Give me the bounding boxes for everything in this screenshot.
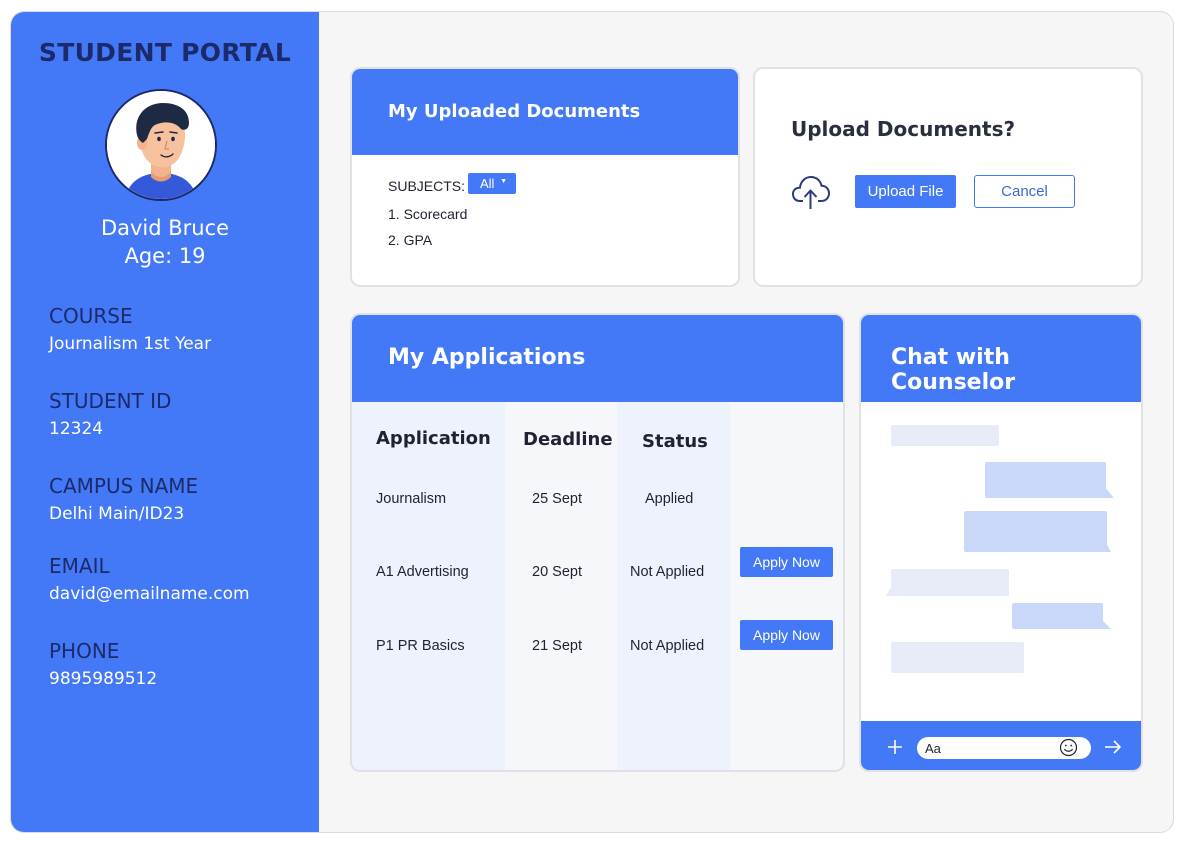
application-status: Not Applied [630, 564, 705, 580]
chat-message-received [891, 642, 1024, 673]
phone-label: PHONE [49, 639, 120, 663]
phone-value: 9895989512 [49, 669, 158, 689]
bubble-tail-icon [1101, 619, 1111, 629]
dropdown-caret-icon: ▼ [500, 178, 507, 185]
campus-name-value: Delhi Main/ID23 [49, 504, 185, 524]
bubble-tail-icon [1104, 486, 1114, 498]
status-column-bg [617, 402, 730, 770]
document-item[interactable]: 2. GPA [388, 232, 432, 248]
chat-message-received [891, 569, 1009, 596]
avatar [105, 89, 217, 201]
upload-documents-title: Upload Documents? [791, 117, 1016, 141]
student-name: David Bruce [100, 216, 230, 240]
application-column-header: Application [376, 428, 491, 449]
uploaded-documents-title: My Uploaded Documents [352, 69, 738, 155]
chat-message-sent [1012, 603, 1103, 629]
emoji-icon[interactable] [1059, 738, 1078, 757]
chat-title: Chat with Counselor [861, 315, 1141, 402]
application-name: P1 PR Basics [376, 638, 465, 654]
email-value: david@emailname.com [49, 584, 250, 604]
application-column-bg [352, 402, 505, 770]
deadline-column-bg [505, 402, 617, 770]
email-label: EMAIL [49, 554, 110, 578]
applications-card: My Applications Application Deadline Sta… [350, 313, 845, 772]
chat-card: Chat with Counselor [859, 313, 1143, 772]
chat-message-received [891, 425, 999, 446]
cloud-upload-icon [792, 176, 830, 209]
course-value: Journalism 1st Year [49, 334, 212, 354]
student-id-value: 12324 [49, 419, 104, 439]
chat-message-sent [964, 511, 1107, 552]
chat-composer [861, 721, 1141, 770]
status-column-header: Status [642, 431, 708, 452]
application-deadline: 20 Sept [532, 564, 582, 580]
subjects-label: SUBJECTS: [388, 178, 466, 194]
course-label: COURSE [49, 304, 133, 328]
application-name: Journalism [376, 491, 447, 507]
campus-name-label: CAMPUS NAME [49, 474, 199, 498]
application-status: Applied [645, 491, 694, 507]
upload-file-button[interactable]: Upload File [855, 175, 956, 208]
cancel-button[interactable]: Cancel [974, 175, 1075, 208]
application-deadline: 21 Sept [532, 638, 582, 654]
apply-now-button[interactable]: Apply Now [740, 547, 833, 577]
subjects-filter-dropdown[interactable]: All ▼ [468, 173, 516, 194]
student-age: Age: 19 [124, 244, 206, 268]
plus-icon[interactable] [887, 739, 903, 755]
application-name: A1 Advertising [376, 564, 469, 580]
send-arrow-icon[interactable] [1104, 739, 1122, 755]
bubble-tail-icon [1105, 541, 1111, 552]
action-column-bg [730, 402, 843, 770]
portal-title: STUDENT PORTAL [38, 38, 292, 67]
application-status: Not Applied [630, 638, 705, 654]
apply-now-button[interactable]: Apply Now [740, 620, 833, 650]
document-item[interactable]: 1. Scorecard [388, 206, 467, 222]
student-id-label: STUDENT ID [49, 389, 172, 413]
upload-documents-card: Upload Documents? Upload File Cancel [753, 67, 1143, 287]
bubble-tail-icon [886, 585, 892, 596]
deadline-column-header: Deadline [523, 429, 613, 450]
app-window: STUDENT PORTAL David Bruce Age: 19 COURS… [10, 11, 1174, 833]
chat-message-sent [985, 462, 1106, 498]
uploaded-documents-card: My Uploaded Documents SUBJECTS: All ▼ 1.… [350, 67, 740, 287]
applications-title: My Applications [352, 315, 843, 402]
application-deadline: 25 Sept [532, 491, 582, 507]
subjects-filter-value: All [480, 176, 495, 191]
profile-sidebar: STUDENT PORTAL David Bruce Age: 19 COURS… [11, 12, 319, 832]
avatar-illustration [107, 91, 215, 199]
